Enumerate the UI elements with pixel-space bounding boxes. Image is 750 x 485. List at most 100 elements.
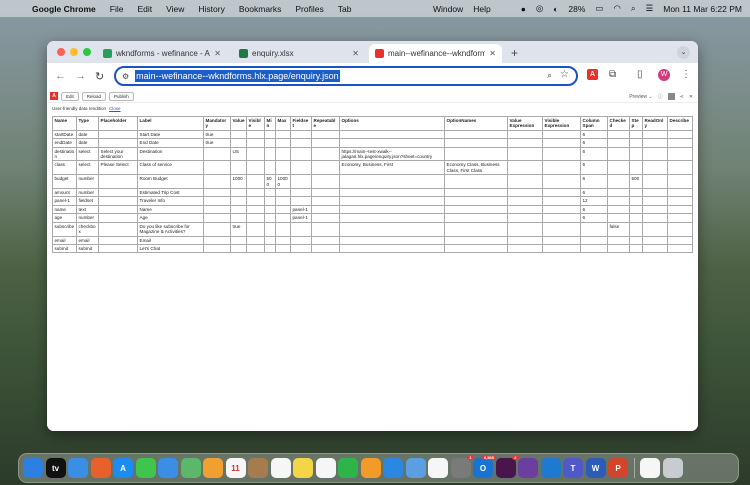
menu-file[interactable]: File — [110, 4, 124, 14]
wifi-icon[interactable]: ◠ — [613, 3, 620, 14]
maximize-window-icon[interactable] — [83, 48, 91, 56]
table-cell — [580, 243, 608, 254]
dock-mail-icon[interactable] — [158, 458, 178, 478]
reload-icon[interactable]: ↻ — [95, 70, 104, 83]
new-tab-button[interactable]: + — [511, 46, 518, 60]
menu-window[interactable]: Window — [433, 4, 463, 14]
table-cell — [629, 243, 643, 254]
tab-enquiry-xlsx[interactable]: enquiry.xlsx ✕ — [233, 44, 365, 63]
side-panel-icon[interactable]: ▯ — [637, 69, 643, 80]
info-icon[interactable]: ⓘ — [658, 93, 663, 100]
profile-avatar[interactable]: W — [658, 69, 670, 81]
battery-icon[interactable]: ▭ — [595, 3, 603, 14]
environment-select[interactable]: Preview ⌄ — [629, 94, 652, 100]
back-icon[interactable]: ← — [55, 70, 66, 82]
dock-chrome-icon[interactable] — [428, 458, 448, 478]
dock-outlook-icon[interactable]: O 6,565 — [473, 455, 496, 478]
menu-history[interactable]: History — [198, 4, 224, 14]
table-cell — [607, 243, 630, 254]
close-window-icon[interactable] — [57, 48, 65, 56]
table-cell: Economy Class, Business Class, First Cla… — [444, 160, 508, 176]
dock-pages-icon[interactable] — [360, 458, 381, 478]
dock-document-icon[interactable] — [640, 458, 660, 478]
menu-profiles[interactable]: Profiles — [295, 4, 323, 14]
table-cell: Name — [137, 204, 204, 215]
extensions-icon[interactable]: ⧉ — [609, 69, 616, 80]
status-icon-3[interactable]: ◐ — [553, 4, 558, 14]
dock-powerpoint-icon[interactable]: P — [608, 458, 628, 478]
dock-teams-glyph: T — [570, 463, 576, 473]
dock-photos-icon[interactable] — [203, 458, 223, 478]
tab-enquiry-json[interactable]: main--wefinance--wkndforms ✕ — [369, 44, 502, 63]
url-text[interactable]: main--wefinance--wkndforms.hlx.page/enqu… — [135, 70, 340, 82]
menu-help[interactable]: Help — [473, 4, 490, 14]
table-cell — [607, 160, 630, 176]
menu-view[interactable]: View — [166, 4, 184, 14]
tab-search-icon[interactable]: ⌄ — [677, 46, 690, 59]
clock[interactable]: Mon 11 Mar 6:22 PM — [663, 4, 742, 14]
table-cell — [642, 129, 668, 140]
sidekick-edit-button[interactable]: Edit — [61, 91, 79, 101]
dock-app-store-icon[interactable]: A — [113, 458, 133, 478]
bookmark-star-icon[interactable]: ☆ — [560, 69, 569, 80]
dock-github-icon[interactable] — [518, 458, 538, 478]
dock-calendar-icon[interactable]: 11 — [225, 458, 246, 478]
tab-wkndforms[interactable]: wkndforms - wefinance - All ✕ — [97, 44, 227, 63]
user-avatar[interactable] — [667, 93, 675, 100]
sidekick-reload-button[interactable]: Reload — [81, 91, 107, 101]
status-icon-1[interactable]: ● — [521, 4, 526, 14]
table-cell — [542, 221, 581, 237]
menu-tab[interactable]: Tab — [338, 4, 352, 14]
more-menu-icon[interactable]: ⋮ — [681, 69, 691, 80]
site-info-icon[interactable]: ⚙ — [122, 72, 129, 81]
control-center-icon[interactable]: ☰ — [646, 3, 654, 14]
rendition-note: User-friendly data rendition Close — [52, 106, 121, 111]
dock-powerpoint-glyph: P — [615, 463, 621, 473]
dock-vscode-icon[interactable] — [540, 458, 561, 478]
close-tab-icon[interactable]: ✕ — [214, 49, 221, 58]
close-tab-icon[interactable]: ✕ — [352, 49, 359, 58]
table-cell — [607, 204, 630, 215]
excel-icon — [239, 49, 248, 58]
dock-messages-icon[interactable] — [135, 458, 156, 478]
dock-freeform-icon[interactable] — [315, 458, 336, 478]
dock-finder-icon[interactable] — [23, 458, 43, 478]
close-tab-icon[interactable]: ✕ — [489, 49, 496, 58]
dock-notes-icon[interactable] — [293, 458, 313, 478]
dock-keynote-icon[interactable] — [383, 458, 403, 478]
dock-system-settings-icon[interactable]: 1 — [450, 455, 474, 478]
table-cell — [642, 146, 668, 162]
close-rendition-link[interactable]: Close — [109, 106, 121, 111]
dock-slack-icon[interactable]: 2 — [495, 455, 519, 478]
dock-reminders-icon[interactable] — [270, 458, 291, 478]
menu-bookmarks[interactable]: Bookmarks — [239, 4, 282, 14]
forward-icon[interactable]: → — [75, 70, 86, 82]
spotlight-icon[interactable]: ⌕ — [631, 3, 636, 14]
address-bar[interactable]: ⚙ main--wefinance--wkndforms.hlx.page/en… — [114, 66, 578, 86]
table-cell — [264, 146, 276, 162]
table-row: age number Age panel-1 6 — [52, 213, 693, 223]
table-cell — [311, 174, 340, 190]
minimize-window-icon[interactable] — [70, 48, 78, 56]
adobe-extension-icon[interactable]: A — [587, 69, 598, 80]
sidekick-publish-button[interactable]: Publish — [109, 91, 134, 101]
menu-app-name[interactable]: Google Chrome — [32, 4, 96, 14]
share-icon[interactable]: ⋖ — [680, 94, 684, 100]
menu-edit[interactable]: Edit — [137, 4, 152, 14]
zoom-icon[interactable]: ⌕ — [547, 70, 552, 81]
dock-apple-tv-icon[interactable]: tv — [45, 458, 66, 478]
dock-maps-icon[interactable] — [180, 458, 201, 478]
table-cell — [246, 129, 265, 140]
dock-folder-icon[interactable] — [248, 458, 268, 478]
battery-percent[interactable]: 28% — [568, 4, 585, 14]
dock-numbers-icon[interactable] — [338, 458, 358, 478]
status-icon-2[interactable]: ◎ — [536, 3, 543, 14]
table-cell — [275, 129, 291, 140]
dock-trash-icon[interactable] — [662, 458, 683, 478]
dock-firefox-icon[interactable] — [90, 458, 111, 478]
dock-preview-icon[interactable] — [405, 458, 426, 478]
dock-word-icon[interactable]: W — [585, 458, 606, 478]
dock-safari-icon[interactable] — [68, 458, 88, 478]
dock-teams-icon[interactable]: T — [563, 458, 583, 478]
close-sidekick-icon[interactable]: ✕ — [689, 94, 693, 100]
